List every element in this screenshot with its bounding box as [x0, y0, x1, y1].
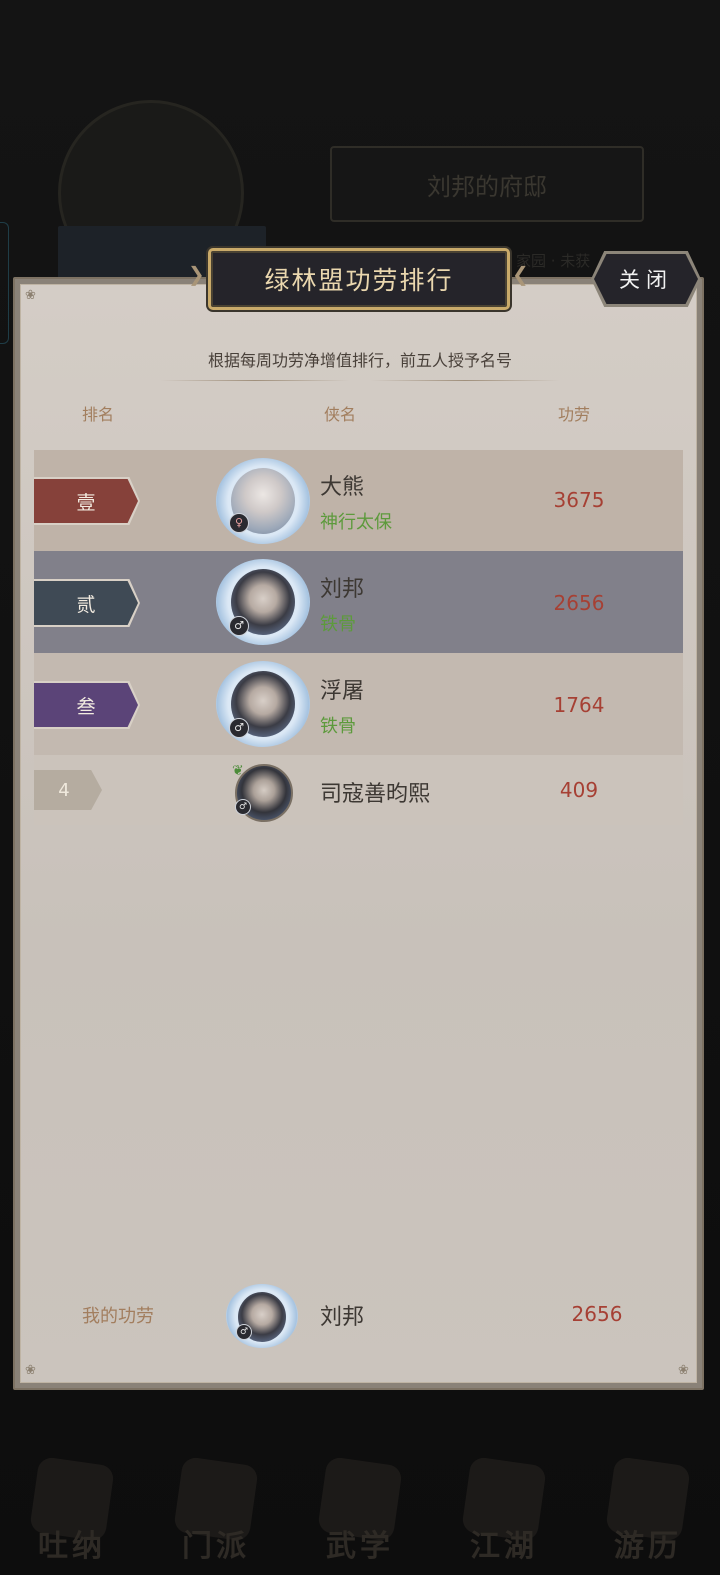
nav-menpai[interactable]: 门派 [156, 1455, 276, 1565]
rank-badge: 壹 [34, 479, 138, 523]
rank-badge: 贰 [34, 581, 138, 625]
dialog-body: ❀ ❀ ❀ ❀ [20, 284, 697, 1383]
ranking-row[interactable]: 壹 ♀ 大熊 神行太保 3675 [34, 450, 683, 551]
side-tab [0, 222, 9, 344]
rank-number: 叁 [76, 695, 96, 718]
nav-tuna[interactable]: 吐纳 [12, 1455, 132, 1565]
nav-label: 武学 [326, 1529, 394, 1564]
my-merit-row: 我的功劳 ♂ 刘邦 2656 [34, 1280, 683, 1350]
title-wing-right-icon: ❮ [512, 262, 529, 286]
player-name: 司寇善昀熙 [320, 782, 431, 807]
rank-number: 4 [58, 779, 70, 801]
close-button[interactable]: 关闭 [594, 254, 698, 304]
gender-male-icon: ♂ [229, 718, 249, 738]
close-button-label: 关闭 [619, 268, 673, 292]
nav-label: 门派 [182, 1529, 250, 1564]
player-name: 刘邦 [320, 577, 365, 602]
divider [370, 380, 560, 381]
gender-female-icon: ♀ [229, 513, 249, 533]
ranking-row[interactable]: 4 ❦ ♂ 司寇善昀熙 409 [34, 755, 683, 825]
gender-male-icon: ♂ [235, 799, 251, 815]
ranking-description: 根据每周功劳净增值排行，前五人授予名号 [207, 351, 512, 370]
ranking-row-self[interactable]: 贰 ♂ 刘邦 铁骨 2656 [34, 551, 683, 653]
residence-title-text: 刘邦的府邸 [427, 172, 547, 201]
player-title: 铁骨 [320, 614, 356, 635]
merit-value: 3675 [553, 488, 605, 512]
player-title: 铁骨 [320, 716, 356, 737]
rank-number: 壹 [76, 491, 96, 514]
dialog-title-plate: 绿林盟功劳排行 [208, 248, 510, 310]
ranking-row[interactable]: 叁 ♂ 浮屠 铁骨 1764 [34, 653, 683, 755]
nav-label: 江湖 [470, 1529, 538, 1564]
merit-value: 1764 [553, 693, 605, 717]
rank-badge: 4 [34, 770, 102, 810]
column-header-rank: 排名 [82, 405, 115, 424]
corner-ornament-icon: ❀ [25, 288, 36, 303]
merit-value: 2656 [553, 591, 605, 615]
my-merit-label: 我的功劳 [82, 1306, 154, 1327]
nav-youli[interactable]: 游历 [588, 1455, 708, 1565]
nav-label: 吐纳 [38, 1529, 106, 1564]
bottom-nav: 吐纳 门派 武学 江湖 游历 [0, 1438, 720, 1575]
title-wing-left-icon: ❯ [188, 262, 205, 286]
rank-badge: 叁 [34, 683, 138, 727]
rank-number: 贰 [76, 593, 96, 616]
player-name: 大熊 [320, 475, 365, 500]
leaf-decoration-icon: ❦ [232, 763, 244, 779]
nav-wuxue[interactable]: 武学 [300, 1455, 420, 1565]
player-title: 神行太保 [320, 512, 392, 533]
player-name: 浮屠 [320, 679, 365, 704]
gender-male-icon: ♂ [229, 616, 249, 636]
gender-male-icon: ♂ [236, 1324, 252, 1340]
nav-label: 游历 [614, 1529, 682, 1564]
column-header-name: 侠名 [324, 405, 357, 424]
my-merit-value: 2656 [571, 1302, 623, 1326]
merit-value: 409 [559, 778, 599, 802]
corner-ornament-icon: ❀ [25, 1363, 36, 1378]
my-name: 刘邦 [320, 1305, 365, 1330]
residence-title: 刘邦的府邸 [330, 146, 644, 222]
column-header-merit: 功劳 [558, 405, 591, 424]
divider [160, 380, 350, 381]
ranking-dialog: ❀ ❀ ❀ ❀ [13, 277, 704, 1390]
corner-ornament-icon: ❀ [678, 1363, 689, 1378]
nav-jianghu[interactable]: 江湖 [444, 1455, 564, 1565]
dialog-title: 绿林盟功劳排行 [264, 266, 454, 295]
